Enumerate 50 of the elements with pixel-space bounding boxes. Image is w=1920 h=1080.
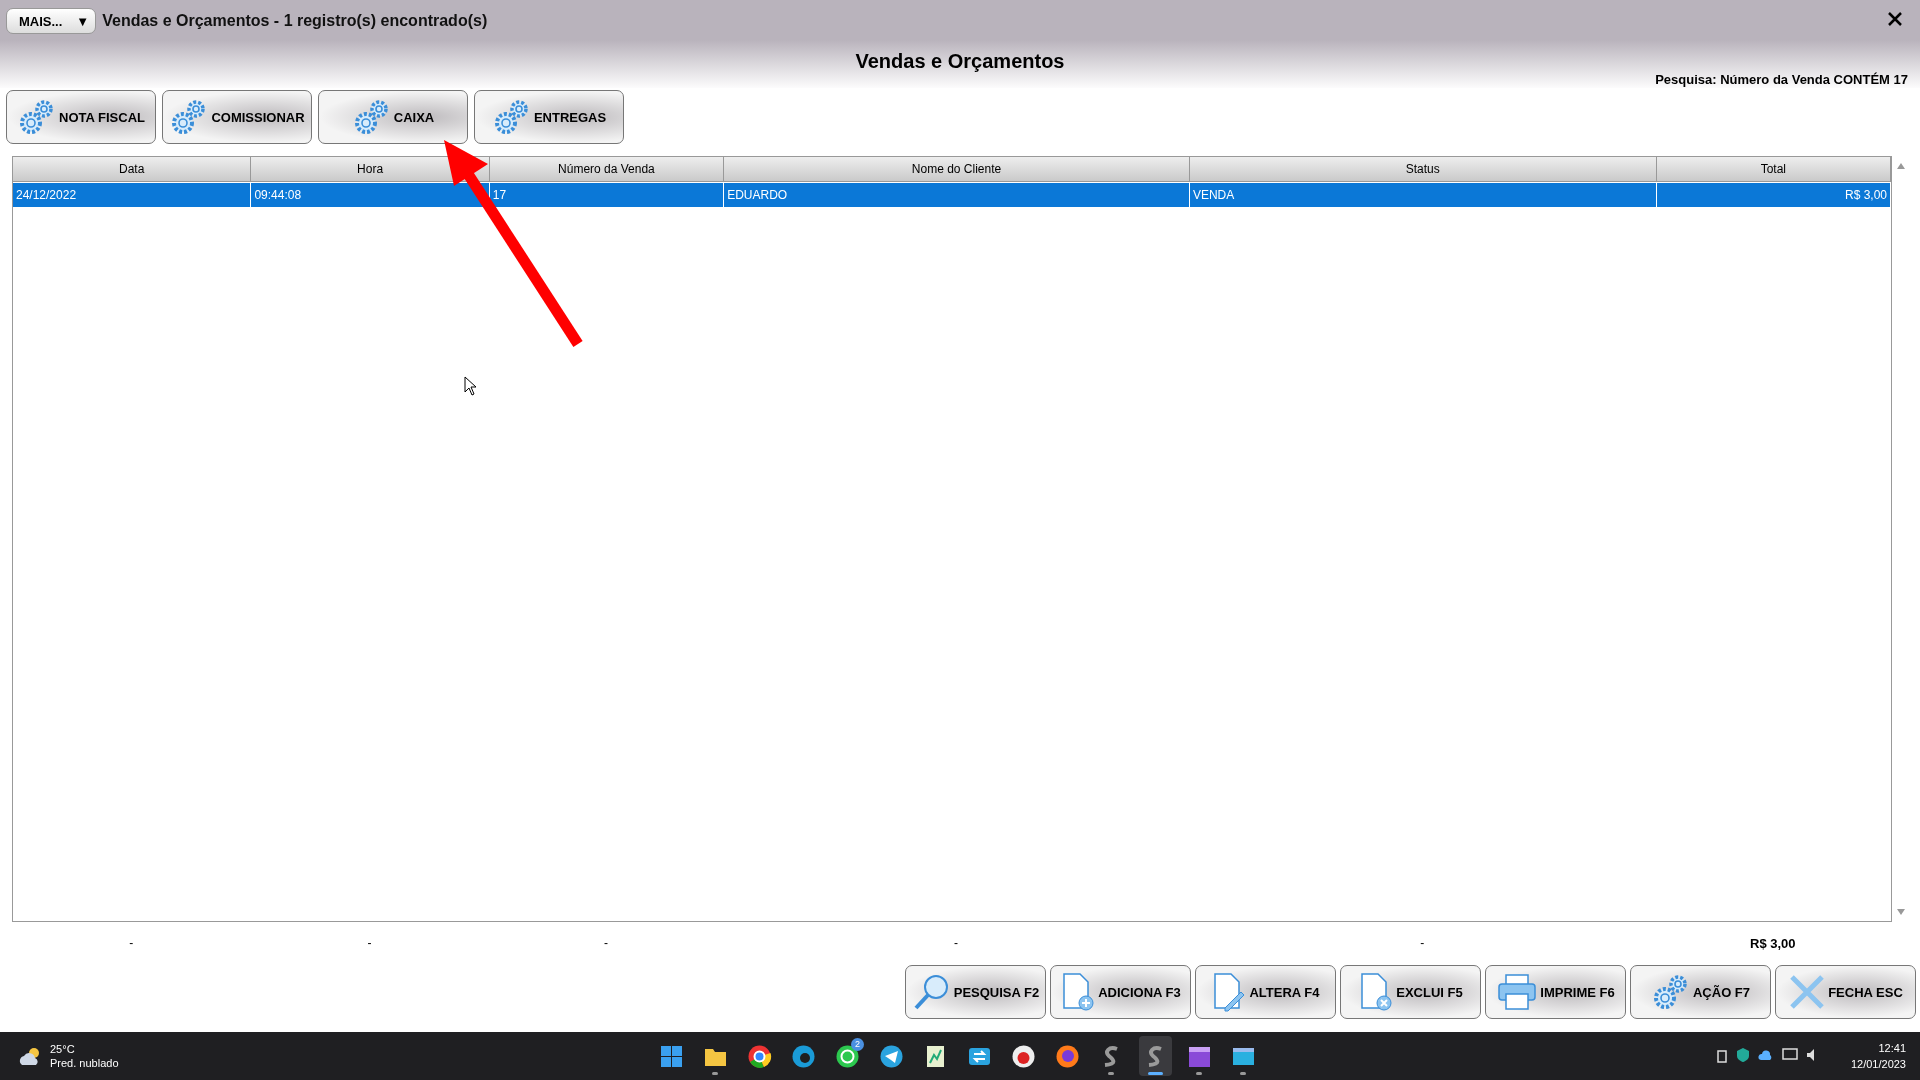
footer-button[interactable]: EXCLUI F5 bbox=[1340, 965, 1481, 1019]
footer-button[interactable]: IMPRIME F6 bbox=[1485, 965, 1626, 1019]
column-total: - bbox=[367, 936, 372, 950]
column-header[interactable]: Nome do Cliente bbox=[724, 157, 1190, 182]
footer-button[interactable]: FECHA ESC bbox=[1775, 965, 1916, 1019]
clock-date[interactable]: 12/01/2023 bbox=[1850, 1056, 1906, 1072]
table-cell: 09:44:08 bbox=[254, 188, 302, 202]
footer-button[interactable]: AÇÃO F7 bbox=[1630, 965, 1771, 1019]
close-icon[interactable] bbox=[1888, 12, 1902, 26]
table-cell: 17 bbox=[492, 188, 507, 202]
weather-temperature[interactable]: 25°C bbox=[50, 1042, 119, 1056]
document-plus-icon bbox=[1060, 972, 1097, 1012]
column-total: - bbox=[129, 936, 134, 950]
column-header[interactable]: Data bbox=[13, 157, 252, 182]
weather-condition[interactable]: Pred. nublado bbox=[50, 1056, 119, 1070]
cloud-icon[interactable] bbox=[1758, 1047, 1774, 1063]
grand-total: R$ 3,00 bbox=[1750, 936, 1796, 951]
column-header[interactable]: Número da Venda bbox=[489, 157, 725, 182]
windows-logo-icon bbox=[659, 1043, 684, 1069]
footer-button[interactable]: PESQUISA F2 bbox=[905, 965, 1046, 1019]
column-total: - bbox=[954, 936, 958, 950]
column-header[interactable]: Status bbox=[1189, 157, 1657, 182]
table-cell: EDUARDO bbox=[727, 188, 788, 202]
browser-icon bbox=[747, 1043, 772, 1069]
more-dropdown[interactable]: MAIS... ▼ bbox=[6, 8, 97, 34]
action-button[interactable]: COMISSIONAR bbox=[162, 90, 312, 144]
mouse-cursor-icon bbox=[464, 376, 478, 396]
notification-badge: 2 bbox=[851, 1038, 864, 1051]
table-cell: R$ 3,00 bbox=[1844, 188, 1887, 202]
clock-time[interactable]: 12:41 bbox=[1850, 1040, 1906, 1056]
search-info: Pesquisa: Número da Venda CONTÉM 17 bbox=[1655, 72, 1908, 87]
table-row[interactable]: 24/12/2022 09:44:08 17 EDUARDO VENDA R$ 3,00 bbox=[13, 183, 1891, 207]
action-button[interactable]: CAIXA bbox=[318, 90, 468, 144]
monitor-icon[interactable] bbox=[1782, 1047, 1798, 1063]
printer-icon bbox=[1496, 972, 1539, 1012]
table-cell: 24/12/2022 bbox=[16, 188, 77, 202]
paper-plane-icon bbox=[879, 1043, 904, 1069]
page-title: Vendas e Orçamentos bbox=[854, 50, 1066, 73]
footer-button[interactable]: ALTERA F4 bbox=[1195, 965, 1336, 1019]
document-x-icon bbox=[1358, 972, 1395, 1012]
window-title: Vendas e Orçamentos - 1 registro(s) encontrado(s) bbox=[102, 12, 488, 30]
action-button[interactable]: ENTREGAS bbox=[474, 90, 624, 144]
shield-icon[interactable] bbox=[1736, 1047, 1750, 1063]
close-icon bbox=[1788, 973, 1827, 1011]
action-button[interactable]: NOTA FISCAL bbox=[6, 90, 156, 144]
footer-button[interactable]: ADICIONA F3 bbox=[1050, 965, 1191, 1019]
table-cell: VENDA bbox=[1192, 188, 1235, 202]
column-header[interactable]: Total bbox=[1656, 157, 1891, 182]
column-total: - bbox=[1420, 936, 1425, 950]
column-total: - bbox=[603, 936, 608, 950]
